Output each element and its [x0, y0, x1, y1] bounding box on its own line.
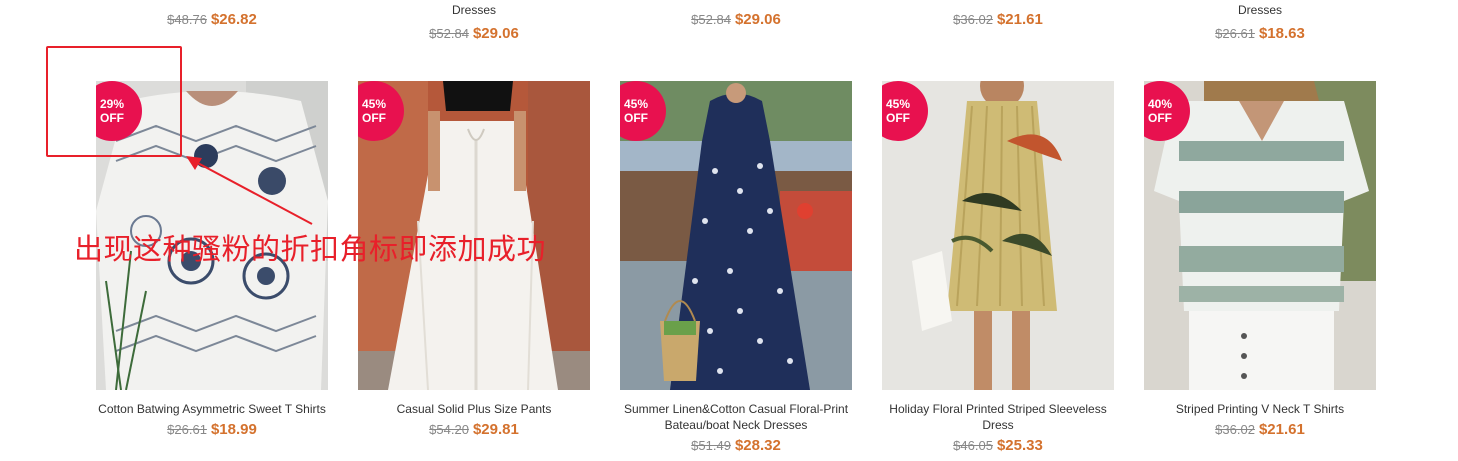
price: $26.61 $18.63: [1144, 24, 1376, 44]
sale-price: $25.33: [996, 437, 1043, 454]
annotation-highlight-box: [46, 46, 182, 157]
old-price: $46.05: [953, 438, 993, 453]
discount-off-label: OFF: [624, 111, 648, 125]
product-image[interactable]: 45% OFF: [882, 81, 1114, 390]
top-product-5[interactable]: Dresses $26.61 $18.63: [1144, 2, 1376, 44]
sale-price: $21.61: [1258, 421, 1305, 438]
product-name[interactable]: Casual Solid Plus Size Pants: [358, 401, 590, 417]
old-price: $36.02: [1215, 422, 1255, 437]
product-name[interactable]: Cotton Batwing Asymmetric Sweet T Shirts: [96, 401, 328, 417]
discount-percent: 45%: [361, 97, 387, 111]
product-name: Dresses: [451, 3, 496, 17]
annotation-text: 出现这种骚粉的折扣角标即添加成功: [74, 232, 547, 266]
product-card[interactable]: 45% OFF Holiday Floral Printed Striped S…: [882, 81, 1114, 456]
discount-off-label: OFF: [362, 111, 386, 125]
sale-price: $29.06: [472, 25, 519, 42]
top-product-3[interactable]: $52.84 $29.06: [620, 10, 852, 30]
sale-price: $26.82: [210, 11, 257, 28]
price: $46.05 $25.33: [882, 436, 1114, 456]
discount-percent: 40%: [1147, 97, 1173, 111]
price: $26.61 $18.99: [96, 420, 328, 440]
product-image[interactable]: 45% OFF: [620, 81, 852, 390]
discount-off-label: OFF: [1148, 111, 1172, 125]
sale-price: $18.63: [1258, 25, 1305, 42]
price: $52.84 $29.06: [620, 10, 852, 30]
top-product-2[interactable]: Dresses $52.84 $29.06: [358, 2, 590, 44]
sale-price: $18.99: [210, 421, 257, 438]
product-name[interactable]: Summer Linen&Cotton Casual Floral-Print …: [620, 401, 852, 433]
old-price: $52.84: [691, 12, 731, 27]
price: $36.02 $21.61: [1144, 420, 1376, 440]
discount-percent: 45%: [885, 97, 911, 111]
previous-product-row: $48.76 $26.82 Dresses $52.84 $29.06 $52.84…: [0, 0, 1458, 48]
sale-price: $29.81: [472, 421, 519, 438]
old-price: $54.20: [429, 422, 469, 437]
price: $54.20 $29.81: [358, 420, 590, 440]
price: $52.84 $29.06: [358, 24, 590, 44]
top-product-4[interactable]: $36.02 $21.61: [882, 10, 1114, 30]
old-price: $26.61: [1215, 26, 1255, 41]
product-image[interactable]: 40% OFF: [1144, 81, 1376, 390]
product-name: Dresses: [1237, 3, 1282, 17]
top-product-1[interactable]: $48.76 $26.82: [96, 10, 328, 30]
old-price: $48.76: [167, 12, 207, 27]
price: $48.76 $26.82: [96, 10, 328, 30]
discount-off-label: OFF: [886, 111, 910, 125]
product-name[interactable]: Striped Printing V Neck T Shirts: [1144, 401, 1376, 417]
sale-price: $21.61: [996, 11, 1043, 28]
price: $36.02 $21.61: [882, 10, 1114, 30]
discount-percent: 45%: [623, 97, 649, 111]
old-price: $52.84: [429, 26, 469, 41]
old-price: $36.02: [953, 12, 993, 27]
sale-price: $29.06: [734, 11, 781, 28]
product-name[interactable]: Holiday Floral Printed Striped Sleeveles…: [882, 401, 1114, 433]
old-price: $26.61: [167, 422, 207, 437]
sale-price: $28.32: [734, 437, 781, 454]
product-card[interactable]: 40% OFF Striped Printing V Neck T Shirts…: [1144, 81, 1376, 440]
old-price: $51.49: [691, 438, 731, 453]
product-card[interactable]: 45% OFF Summer Linen&Cotton Casual Flora…: [620, 81, 852, 456]
price: $51.49 $28.32: [620, 436, 852, 456]
